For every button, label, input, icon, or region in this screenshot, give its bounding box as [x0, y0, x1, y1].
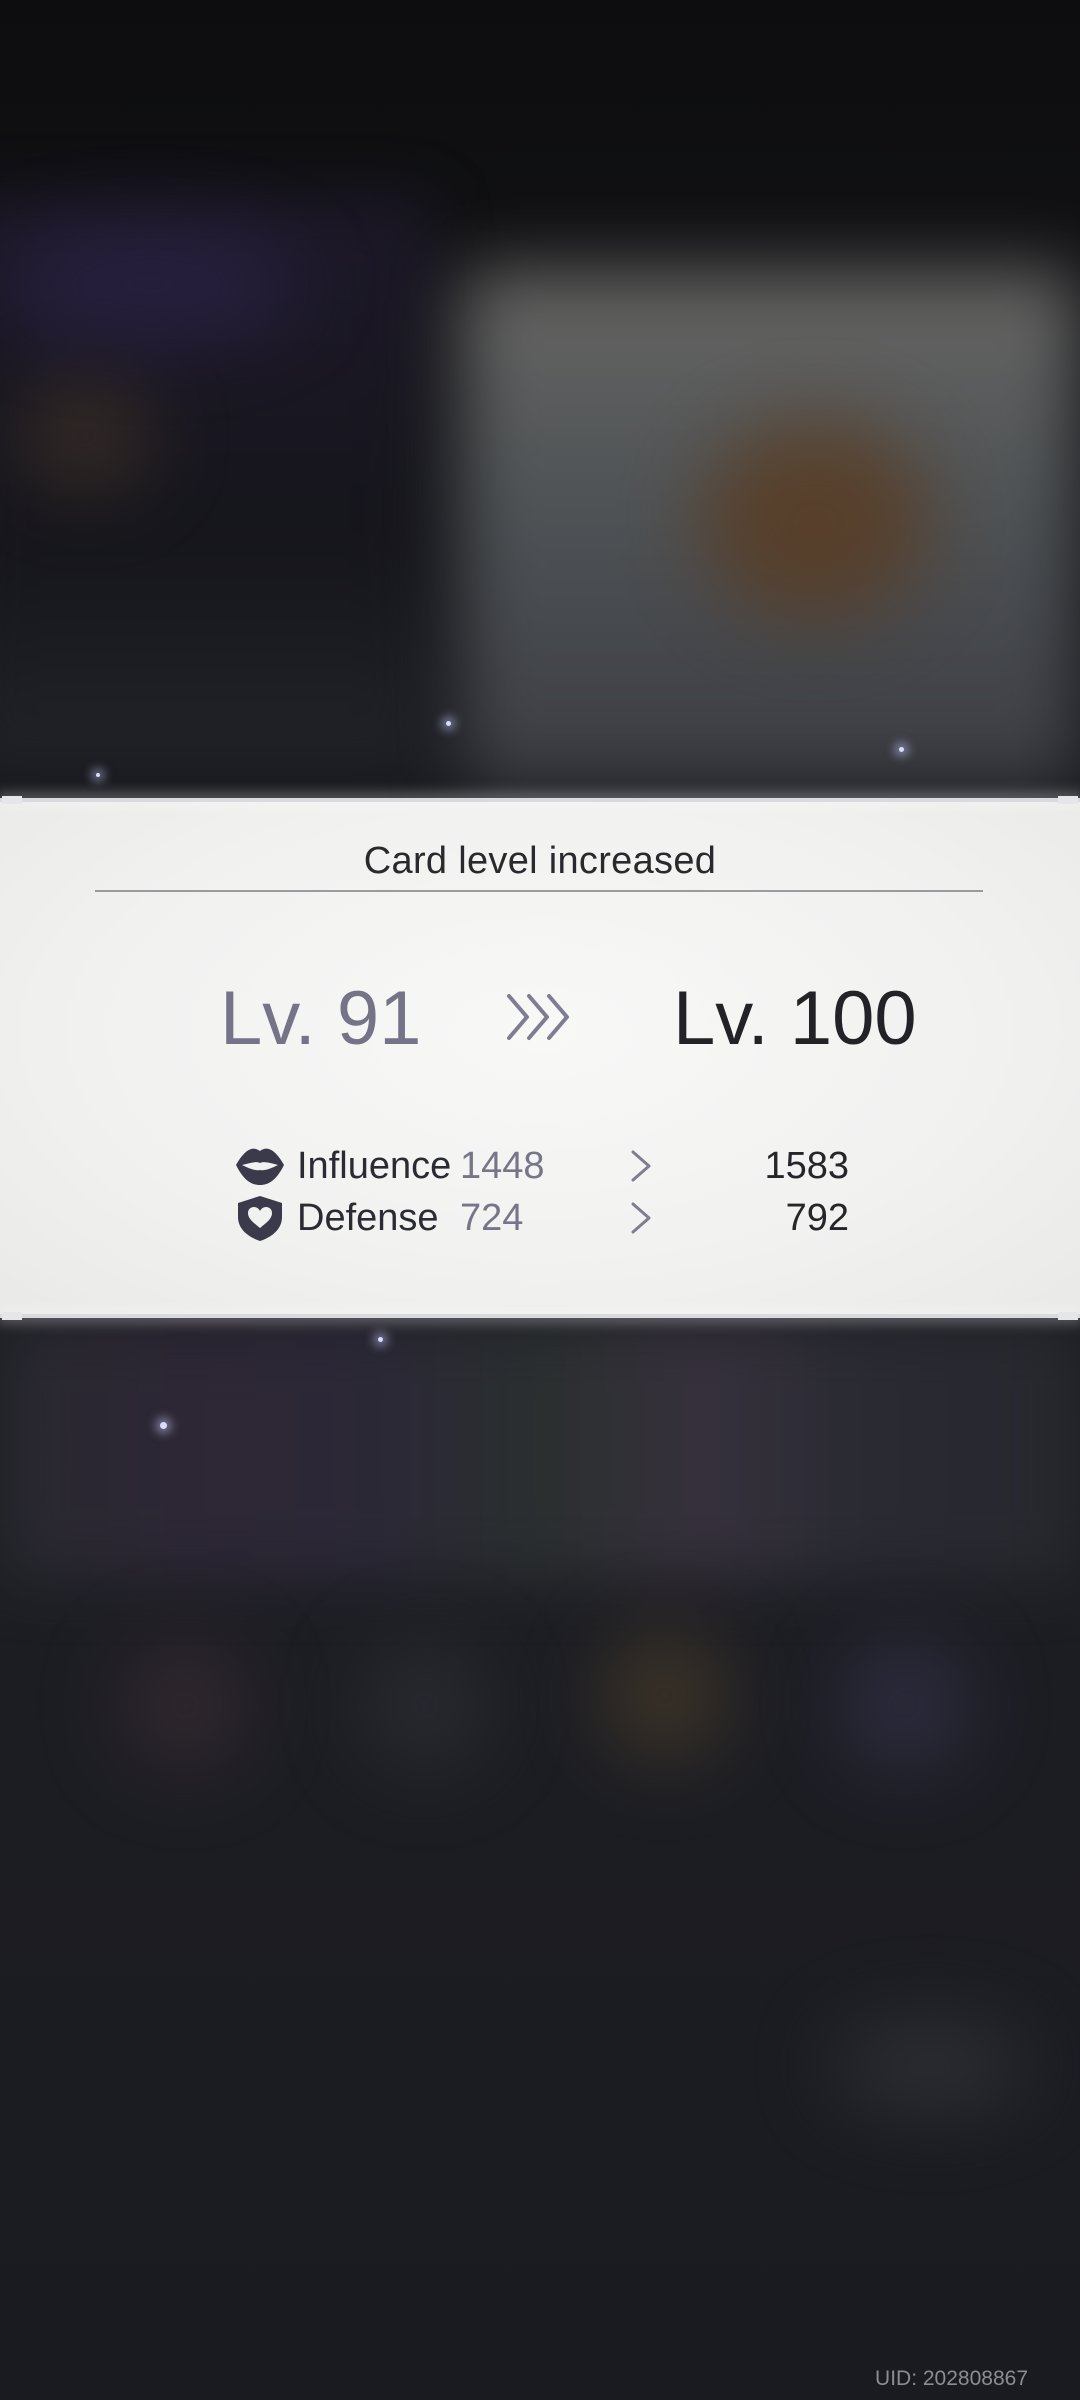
- level-up-screen[interactable]: Card level increased Lv. 91 Lv. 100 Infl…: [0, 0, 1080, 2400]
- uid-label: UID: 202808867: [875, 2367, 1028, 2390]
- background-glow: [360, 1640, 490, 1770]
- background-card-row: [0, 1320, 1080, 1580]
- stat-row-influence: Influence 1448 1583: [234, 1141, 854, 1191]
- lips-icon: [236, 1148, 284, 1185]
- sparkle: [160, 1422, 167, 1429]
- panel-border-cap: [1058, 796, 1078, 804]
- stat-new-value: 1583: [764, 1145, 849, 1187]
- background-glow: [700, 420, 930, 620]
- background-glow: [120, 1640, 250, 1770]
- old-level: Lv. 91: [220, 976, 422, 1061]
- background-glow: [830, 2020, 1030, 2110]
- sparkle: [96, 773, 100, 777]
- background-glow: [840, 1640, 970, 1770]
- background-glow: [0, 230, 300, 340]
- panel-bottom-border: [0, 1312, 1080, 1320]
- sparkle: [378, 1337, 383, 1342]
- chevron-right-icon: [631, 1150, 651, 1182]
- background-glow: [600, 1630, 730, 1760]
- sparkle: [899, 747, 904, 752]
- stat-old-value: 1448: [460, 1145, 545, 1187]
- panel-border-cap: [1058, 1312, 1078, 1320]
- chevron-right-icon: [631, 1202, 651, 1234]
- background-glow: [20, 380, 150, 490]
- stat-old-value: 724: [460, 1197, 524, 1239]
- sparkle: [446, 721, 451, 726]
- panel-border-cap: [2, 796, 22, 804]
- new-level: Lv. 100: [673, 976, 917, 1061]
- stat-label: Influence: [297, 1145, 452, 1187]
- stat-label: Defense: [297, 1197, 439, 1239]
- stat-new-value: 792: [785, 1197, 849, 1239]
- panel-border-cap: [2, 1312, 22, 1320]
- title-divider: [95, 890, 983, 892]
- triple-chevron-right-icon: [507, 994, 569, 1040]
- stat-row-defense: Defense 724 792: [234, 1193, 854, 1243]
- heart-shield-icon: [238, 1196, 282, 1241]
- panel-title: Card level increased: [363, 840, 717, 882]
- panel-top-border: [0, 796, 1080, 804]
